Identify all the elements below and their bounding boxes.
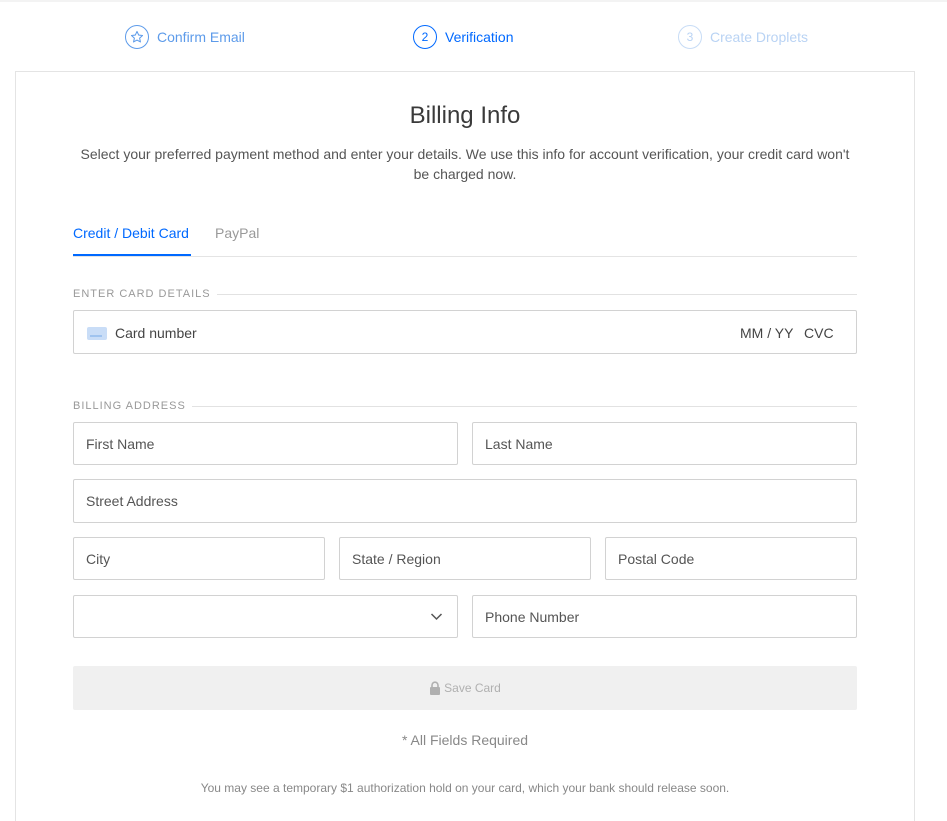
- step-label: Create Droplets: [710, 29, 809, 45]
- authorization-note: You may see a temporary $1 authorization…: [200, 781, 730, 795]
- page-title: Billing Info: [409, 102, 521, 129]
- street-address-input[interactable]: [74, 480, 856, 522]
- progress-stepper: Confirm Email 2 Verification 3 Create Dr…: [0, 0, 947, 72]
- card-number-input[interactable]: Card number: [115, 325, 197, 341]
- page-subtitle: Select your preferred payment method and…: [80, 146, 850, 182]
- save-card-button[interactable]: Save Card: [73, 666, 857, 710]
- step-confirm-email: Confirm Email: [125, 24, 245, 50]
- first-name-field[interactable]: [73, 422, 458, 465]
- card-cvc-input[interactable]: CVC: [804, 325, 834, 341]
- card-details-section: ENTER CARD DETAILS: [73, 287, 857, 301]
- section-label: BILLING ADDRESS: [73, 400, 186, 412]
- country-select[interactable]: [73, 595, 458, 638]
- street-address-field[interactable]: [73, 479, 857, 523]
- billing-address-section: BILLING ADDRESS: [73, 399, 857, 413]
- card-expiry-input[interactable]: MM / YY: [740, 325, 793, 341]
- step-label: Verification: [445, 29, 514, 45]
- postal-code-field[interactable]: [605, 537, 857, 580]
- lock-icon: [430, 681, 441, 695]
- star-icon: [125, 25, 149, 49]
- phone-number-input[interactable]: [473, 596, 856, 637]
- state-input[interactable]: [340, 538, 590, 579]
- step-verification: 2 Verification: [413, 24, 513, 50]
- section-divider: [216, 293, 857, 295]
- active-tab-indicator: [73, 254, 191, 256]
- tab-paypal[interactable]: PayPal: [215, 225, 259, 241]
- step-label: Confirm Email: [157, 29, 245, 45]
- step-create-droplets: 3 Create Droplets: [678, 24, 808, 50]
- step-number: 2: [413, 25, 437, 49]
- card-input-group[interactable]: Card number MM / YY CVC: [73, 310, 857, 354]
- city-input[interactable]: [74, 538, 324, 579]
- last-name-input[interactable]: [473, 423, 856, 464]
- required-fields-note: * All Fields Required: [401, 732, 529, 748]
- phone-number-field[interactable]: [472, 595, 857, 638]
- save-card-label: Save Card: [444, 681, 501, 695]
- first-name-input[interactable]: [74, 423, 457, 464]
- section-label: ENTER CARD DETAILS: [73, 288, 211, 300]
- payment-method-tabs: Credit / Debit Card PayPal: [73, 222, 857, 257]
- chevron-down-icon: [430, 613, 443, 621]
- state-field[interactable]: [339, 537, 591, 580]
- section-divider: [191, 405, 857, 407]
- last-name-field[interactable]: [472, 422, 857, 465]
- credit-card-icon: [87, 327, 107, 340]
- tab-credit-debit-card[interactable]: Credit / Debit Card: [73, 225, 189, 241]
- city-field[interactable]: [73, 537, 325, 580]
- postal-code-input[interactable]: [606, 538, 856, 579]
- step-number: 3: [678, 25, 702, 49]
